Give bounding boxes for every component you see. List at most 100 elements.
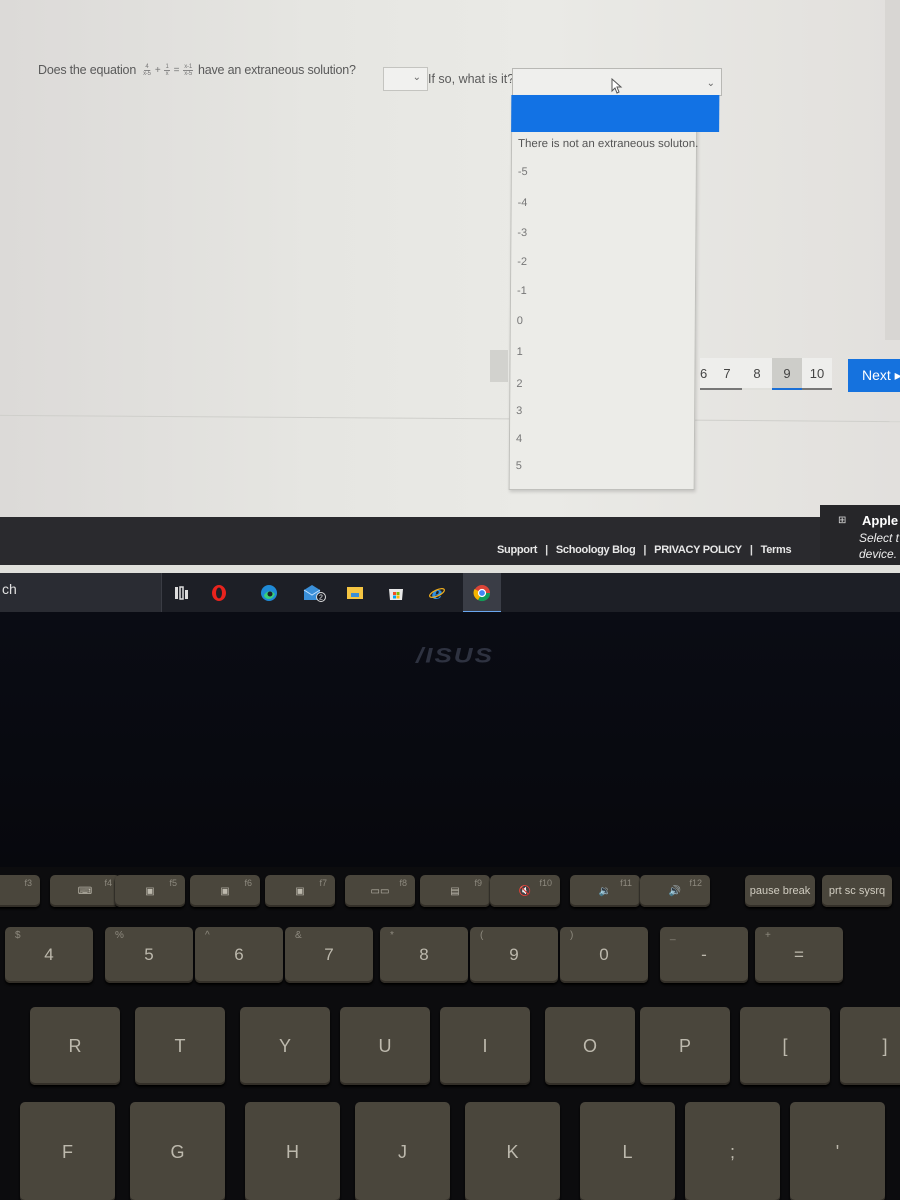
number-key[interactable]: ) 0 (560, 927, 648, 983)
asus-logo: /ISUS (416, 643, 494, 668)
footer-link-schoology-blog[interactable]: Schoology Blog (556, 544, 636, 556)
letter-key[interactable]: L (580, 1102, 675, 1200)
letter-key[interactable]: [ (740, 1007, 830, 1085)
function-key[interactable]: f4 ⌨ (50, 875, 120, 907)
edge-icon[interactable] (260, 584, 278, 602)
letter-key[interactable]: P (640, 1007, 730, 1085)
number-key[interactable]: ^ 6 (195, 927, 283, 983)
function-key[interactable]: f9 ▤ (420, 875, 490, 907)
extraneous-yes-no-select[interactable]: ⌄ (383, 67, 428, 91)
question-pagination: 6 7 8 9 10 (700, 358, 832, 390)
function-key[interactable]: f8 ▭▭ (345, 875, 415, 907)
key-label: - (701, 945, 707, 964)
dropdown-option[interactable]: 1 (517, 346, 523, 358)
letter-key[interactable]: G (130, 1102, 225, 1200)
hidden-page-button (490, 350, 508, 382)
file-explorer-icon[interactable] (346, 584, 364, 602)
letter-key[interactable]: K (465, 1102, 560, 1200)
page-button-7[interactable]: 7 (712, 358, 742, 390)
number-key[interactable]: + = (755, 927, 843, 983)
plus-operator: + (154, 64, 161, 76)
function-key[interactable]: f6 ▣ (190, 875, 260, 907)
dropdown-option[interactable]: -5 (518, 166, 528, 178)
dropdown-option[interactable]: 3 (516, 405, 522, 417)
numerator: 1 (164, 63, 170, 71)
key-label: f8 (399, 878, 407, 888)
footer-separator: | (643, 544, 647, 556)
key-icon: ▤ (450, 885, 460, 897)
number-key[interactable]: $4 (5, 927, 93, 983)
number-key[interactable]: % 5 (105, 927, 193, 983)
key-label: L (622, 1141, 633, 1162)
opera-icon[interactable] (210, 584, 228, 602)
search-text: ch (2, 581, 17, 597)
letter-key[interactable]: H (245, 1102, 340, 1200)
key-icon: ⌨ (77, 885, 93, 897)
internet-explorer-icon[interactable]: e (428, 584, 446, 602)
dropdown-option[interactable]: 5 (516, 460, 522, 472)
letter-key[interactable]: ] (840, 1007, 900, 1085)
dropdown-option-blank-highlighted[interactable] (511, 95, 720, 132)
function-key[interactable]: f3 (0, 875, 40, 907)
page-button-10[interactable]: 10 (802, 358, 832, 390)
task-view-icon[interactable] (173, 584, 191, 602)
function-key[interactable]: f7 ▣ (265, 875, 335, 907)
letter-key[interactable]: T (135, 1007, 225, 1085)
denominator: x (165, 70, 169, 77)
letter-key[interactable]: I (440, 1007, 530, 1085)
microsoft-store-icon[interactable] (387, 584, 405, 602)
number-key[interactable]: (9 (470, 927, 558, 983)
chrome-taskbar-active[interactable] (463, 573, 501, 612)
page-button-8[interactable]: 8 (742, 358, 772, 390)
dropdown-option[interactable]: -1 (517, 285, 527, 297)
number-key[interactable]: & 7 (285, 927, 373, 983)
function-key[interactable]: prt sc sysrq (822, 875, 892, 907)
key-label: f9 (474, 878, 482, 888)
next-button[interactable]: Next ▸ (848, 359, 900, 392)
key-label: [ (782, 1035, 788, 1056)
key-label: 8 (419, 945, 429, 964)
number-key[interactable]: * 8 (380, 927, 468, 983)
dropdown-option[interactable]: -4 (518, 197, 528, 209)
page-button-6[interactable]: 6 (700, 358, 712, 390)
function-key[interactable]: pause break (745, 875, 815, 907)
letter-key[interactable]: O (545, 1007, 635, 1085)
taskbar-search-box[interactable]: ch (0, 573, 162, 612)
promo-text: Select t device. (859, 530, 899, 562)
dropdown-option[interactable]: -3 (517, 227, 527, 239)
dropdown-option[interactable]: 0 (517, 315, 523, 327)
key-shift-label: $ (15, 930, 21, 941)
function-key[interactable]: f5 ▣ (115, 875, 185, 907)
key-label: f11 (620, 878, 632, 888)
key-label: H (286, 1141, 299, 1162)
site-footer (0, 517, 900, 565)
fraction-term1: 4 x-5 (143, 64, 151, 77)
footer-link-privacy-policy[interactable]: PRIVACY POLICY (654, 544, 742, 556)
key-label: P (678, 1035, 691, 1056)
letter-key[interactable]: ; (685, 1102, 780, 1200)
mail-icon[interactable]: 2 (302, 584, 326, 602)
letter-key[interactable]: Y (240, 1007, 330, 1085)
letter-key[interactable]: J (355, 1102, 450, 1200)
letter-key[interactable]: F (20, 1102, 115, 1200)
page-bottom-strip (0, 565, 900, 573)
function-key[interactable]: f10 🔇 (490, 875, 560, 907)
numerator: 4 (144, 63, 150, 71)
dropdown-option[interactable]: 2 (516, 378, 522, 390)
letter-key[interactable]: R (30, 1007, 120, 1085)
letter-key[interactable]: U (340, 1007, 430, 1085)
dropdown-option-no-extraneous[interactable]: There is not an extraneous soluton. (518, 138, 698, 150)
apple-app-promo[interactable]: ⊞ Apple Select t device. (820, 505, 900, 567)
letter-key[interactable]: ' (790, 1102, 885, 1200)
dropdown-option[interactable]: 4 (516, 433, 522, 445)
number-key[interactable]: _ - (660, 927, 748, 983)
dropdown-option[interactable]: -2 (517, 256, 527, 268)
footer-link-terms[interactable]: Terms (761, 544, 792, 556)
key-icon: 🔊 (668, 885, 682, 897)
key-label: R (68, 1035, 82, 1056)
page-button-9-current[interactable]: 9 (772, 358, 802, 390)
function-key[interactable]: f12 🔊 (640, 875, 710, 907)
footer-link-support[interactable]: Support (497, 544, 537, 556)
key-label: f4 (104, 878, 112, 888)
function-key[interactable]: f11 🔉 (570, 875, 640, 907)
